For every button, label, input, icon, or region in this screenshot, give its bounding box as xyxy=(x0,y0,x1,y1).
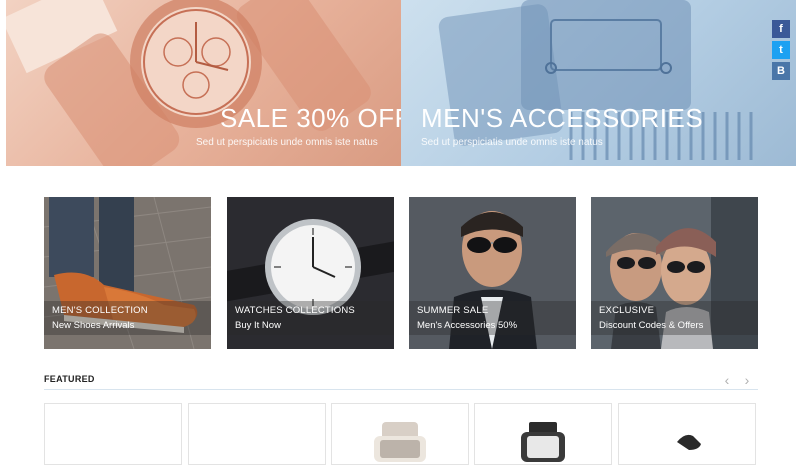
tile-caption: EXCLUSIVE Discount Codes & Offers xyxy=(591,301,758,335)
vk-icon[interactable]: B xyxy=(772,62,790,80)
shoe-product-icon xyxy=(677,434,701,450)
chevron-right-icon[interactable]: › xyxy=(740,373,754,388)
product-card[interactable] xyxy=(331,403,469,465)
tile-caption: SUMMER SALE Men's Accessories 50% xyxy=(409,301,576,335)
facebook-icon[interactable]: f xyxy=(772,20,790,38)
product-card[interactable] xyxy=(44,403,182,465)
sale-banner[interactable]: SALE 30% OFF Sed ut perspiciatis unde om… xyxy=(6,0,401,166)
tile-title: EXCLUSIVE xyxy=(599,305,655,316)
product-card[interactable] xyxy=(474,403,612,465)
banner-subtitle: Sed ut perspiciatis unde omnis iste natu… xyxy=(196,137,378,148)
banner-title: SALE 30% OFF xyxy=(220,103,401,133)
tile-title: SUMMER SALE xyxy=(417,305,489,316)
chevron-left-icon[interactable]: ‹ xyxy=(720,373,734,388)
tile-title: MEN'S COLLECTION xyxy=(52,305,148,316)
banner-title: MEN'S ACCESSORIES xyxy=(421,103,704,133)
tile-caption: WATCHES COLLECTIONS Buy It Now xyxy=(227,301,394,335)
tile-mens-collection[interactable]: MEN'S COLLECTION New Shoes Arrivals xyxy=(44,197,211,349)
watch-product-icon xyxy=(374,422,426,462)
tile-exclusive[interactable]: EXCLUSIVE Discount Codes & Offers xyxy=(591,197,758,349)
banner-subtitle: Sed ut perspiciatis unde omnis iste natu… xyxy=(421,137,603,148)
tile-subtitle: Men's Accessories 50% xyxy=(417,320,518,331)
watch-product-icon xyxy=(521,422,565,462)
tile-subtitle: New Shoes Arrivals xyxy=(52,320,135,331)
tile-subtitle: Buy It Now xyxy=(235,320,281,331)
tile-title: WATCHES COLLECTIONS xyxy=(235,305,355,316)
social-bar: f t B xyxy=(772,20,790,83)
twitter-icon[interactable]: t xyxy=(772,41,790,59)
tile-caption: MEN'S COLLECTION New Shoes Arrivals xyxy=(44,301,211,335)
product-card[interactable] xyxy=(618,403,756,465)
featured-header: FEATURED ‹ › xyxy=(44,373,758,390)
hero-banners: SALE 30% OFF Sed ut perspiciatis unde om… xyxy=(6,0,796,166)
product-card[interactable] xyxy=(188,403,326,465)
featured-title: FEATURED xyxy=(44,374,95,384)
featured-divider xyxy=(44,389,758,390)
accessories-banner[interactable]: MEN'S ACCESSORIES Sed ut perspiciatis un… xyxy=(401,0,796,166)
tile-subtitle: Discount Codes & Offers xyxy=(599,320,704,331)
tile-summer-sale[interactable]: SUMMER SALE Men's Accessories 50% xyxy=(409,197,576,349)
tile-watches-collections[interactable]: WATCHES COLLECTIONS Buy It Now xyxy=(227,197,394,349)
